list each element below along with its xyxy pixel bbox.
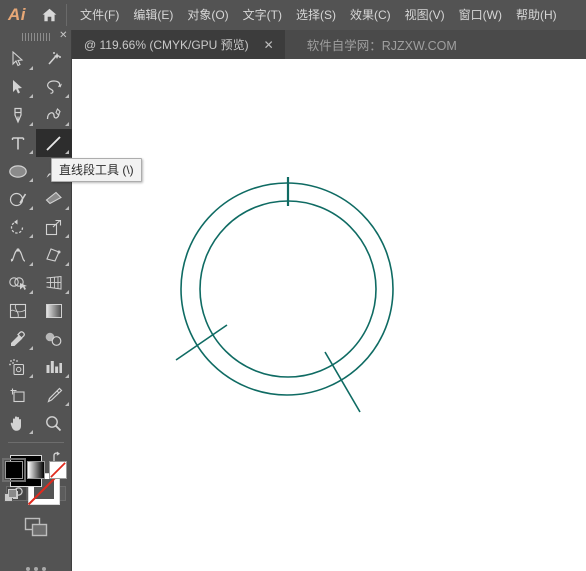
tools-panel: ✕ [0,30,72,571]
menu-bar: Ai 文件(F) 编辑(E) 对象(O) 文字(T) 选择(S) 效果(C) 视… [0,0,586,30]
selection-tool[interactable] [0,45,36,73]
menu-edit[interactable]: 编辑(E) [126,5,180,25]
tool-flyout-indicator [64,150,69,155]
tool-flyout-indicator [28,234,33,239]
lower-right-line[interactable] [324,351,361,413]
slice-tool[interactable] [36,381,72,409]
document-tab-bar: @ 119.66% (CMYK/GPU 预览) ✕ 软件自学网：RJZXW.CO… [0,30,586,59]
artwork [175,177,394,413]
column-graph-tool[interactable] [36,353,72,381]
eraser-tool[interactable] [36,185,72,213]
type-tool[interactable] [0,129,36,157]
perspective-grid-tool[interactable] [36,269,72,297]
tool-flyout-indicator [64,122,69,127]
shaper-tool[interactable] [0,185,36,213]
tool-flyout-indicator [28,94,33,99]
width-tool[interactable] [0,241,36,269]
artboard-tool[interactable] [0,381,36,409]
color-mode-row [0,458,72,482]
color-swatch-gradient[interactable] [26,461,45,479]
rotate-tool[interactable] [0,213,36,241]
tool-flyout-indicator [64,94,69,99]
tool-flyout-indicator [28,346,33,351]
tools-panel-header: ✕ [0,30,72,41]
watermark-text: 软件自学网：RJZXW.COM [306,39,457,53]
tool-flyout-indicator [28,374,33,379]
menu-items: 文件(F) 编辑(E) 对象(O) 文字(T) 选择(S) 效果(C) 视图(V… [73,5,564,25]
gradient-tool[interactable] [36,297,72,325]
tool-flyout-indicator [28,150,33,155]
menu-type[interactable]: 文字(T) [236,5,289,25]
menu-divider [66,4,67,26]
default-fill-stroke-icon[interactable] [3,489,18,503]
menu-window[interactable]: 窗口(W) [452,5,509,25]
illustrator-window: Ai 文件(F) 编辑(E) 对象(O) 文字(T) 选择(S) 效果(C) 视… [0,0,586,571]
close-icon[interactable]: ✕ [59,31,67,41]
blend-tool[interactable] [36,325,72,353]
edit-toolbar-dots[interactable] [0,567,72,571]
tool-flyout-indicator [28,178,33,183]
shape-builder-tool[interactable] [0,269,36,297]
direct-selection-tool[interactable] [0,73,36,101]
free-transform-tool[interactable] [36,241,72,269]
outer-circle[interactable] [180,182,394,396]
curvature-tool[interactable] [36,101,72,129]
tool-flyout-indicator [64,262,69,267]
panel-drag-handle[interactable] [16,33,56,42]
tool-flyout-indicator [28,66,33,71]
color-swatch-solid[interactable] [1,458,26,482]
tool-flyout-indicator [28,290,33,295]
scale-tool[interactable] [36,213,72,241]
line-segment-tool[interactable] [35,129,72,158]
tool-flyout-indicator [64,402,69,407]
symbol-sprayer-tool[interactable] [0,353,36,381]
home-icon[interactable] [34,0,64,30]
tools-grid [0,45,72,437]
menu-help[interactable]: 帮助(H) [509,5,564,25]
tool-flyout-indicator [28,262,33,267]
menu-select[interactable]: 选择(S) [289,5,343,25]
menu-view[interactable]: 视图(V) [398,5,452,25]
ellipse-tool[interactable] [0,157,36,185]
hand-tool[interactable] [0,409,36,437]
eyedropper-tool[interactable] [0,325,36,353]
artboard-canvas[interactable] [72,59,586,571]
tool-flyout-indicator [28,206,33,211]
document-tab-label: @ 119.66% (CMYK/GPU 预览) [84,38,249,52]
menu-effect[interactable]: 效果(C) [343,5,398,25]
document-tab[interactable]: @ 119.66% (CMYK/GPU 预览) ✕ [72,30,285,59]
tool-flyout-indicator [64,234,69,239]
pen-tool[interactable] [0,101,36,129]
magic-wand-tool[interactable] [36,45,72,73]
lasso-tool[interactable] [36,73,72,101]
app-logo: Ai [8,5,26,24]
change-screen-mode-button[interactable] [0,515,72,541]
fill-stroke-controls [0,449,72,506]
color-swatch-none[interactable] [48,461,67,479]
lower-left-line[interactable] [175,324,228,361]
mesh-tool[interactable] [0,297,36,325]
tool-flyout-indicator [64,290,69,295]
close-icon[interactable]: ✕ [261,39,277,51]
menu-file[interactable]: 文件(F) [73,5,126,25]
tool-tooltip: 直线段工具 (\) [51,158,142,182]
tool-flyout-indicator [64,206,69,211]
tool-flyout-indicator [28,430,33,435]
tool-flyout-indicator [28,122,33,127]
menu-object[interactable]: 对象(O) [180,5,235,25]
inner-circle[interactable] [199,200,377,378]
zoom-tool[interactable] [36,409,72,437]
tool-flyout-indicator [64,374,69,379]
